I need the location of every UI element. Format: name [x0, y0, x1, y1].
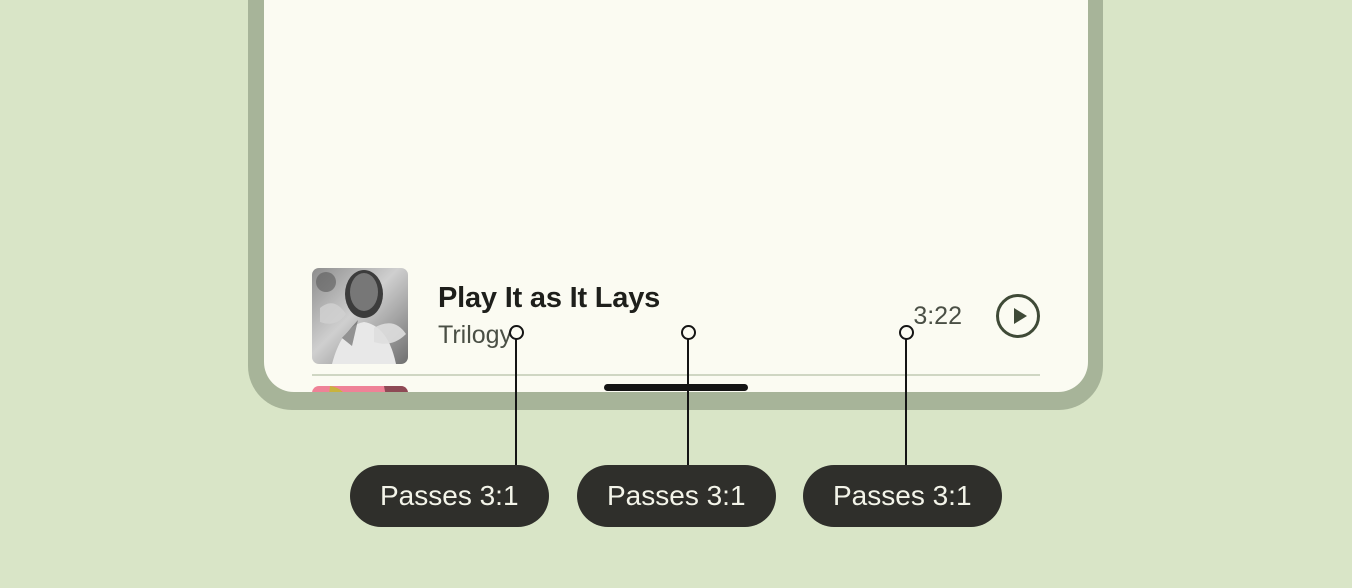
annotation-connector [687, 338, 689, 468]
status-badge-label: Passes 3:1 [607, 480, 746, 511]
track-meta: Play It as It Lays Trilogy [408, 282, 913, 350]
annotation-anchor-dot [509, 325, 524, 340]
track-list: Play It as It Lays Trilogy 3:22 [264, 258, 1088, 392]
track-duration: 3:22 [913, 301, 962, 330]
annotation-anchor-dot [899, 325, 914, 340]
album-art [312, 268, 408, 364]
status-badge: Passes 3:1 [803, 465, 1002, 527]
play-circle-icon[interactable] [996, 294, 1040, 338]
annotation-connector [905, 338, 907, 468]
annotation-anchor-dot [681, 325, 696, 340]
home-indicator [604, 384, 748, 391]
play-triangle [1013, 308, 1027, 324]
status-badge-label: Passes 3:1 [380, 480, 519, 511]
track-title: Play It as It Lays [438, 281, 661, 314]
table-row[interactable]: Play It as It Lays Trilogy 3:22 [312, 258, 1040, 376]
status-badge: Passes 3:1 [577, 465, 776, 527]
album-art [312, 386, 408, 392]
annotation-connector [515, 338, 517, 468]
device-screen: Play It as It Lays Trilogy 3:22 [264, 0, 1088, 392]
status-badge-label: Passes 3:1 [833, 480, 972, 511]
status-badge: Passes 3:1 [350, 465, 549, 527]
